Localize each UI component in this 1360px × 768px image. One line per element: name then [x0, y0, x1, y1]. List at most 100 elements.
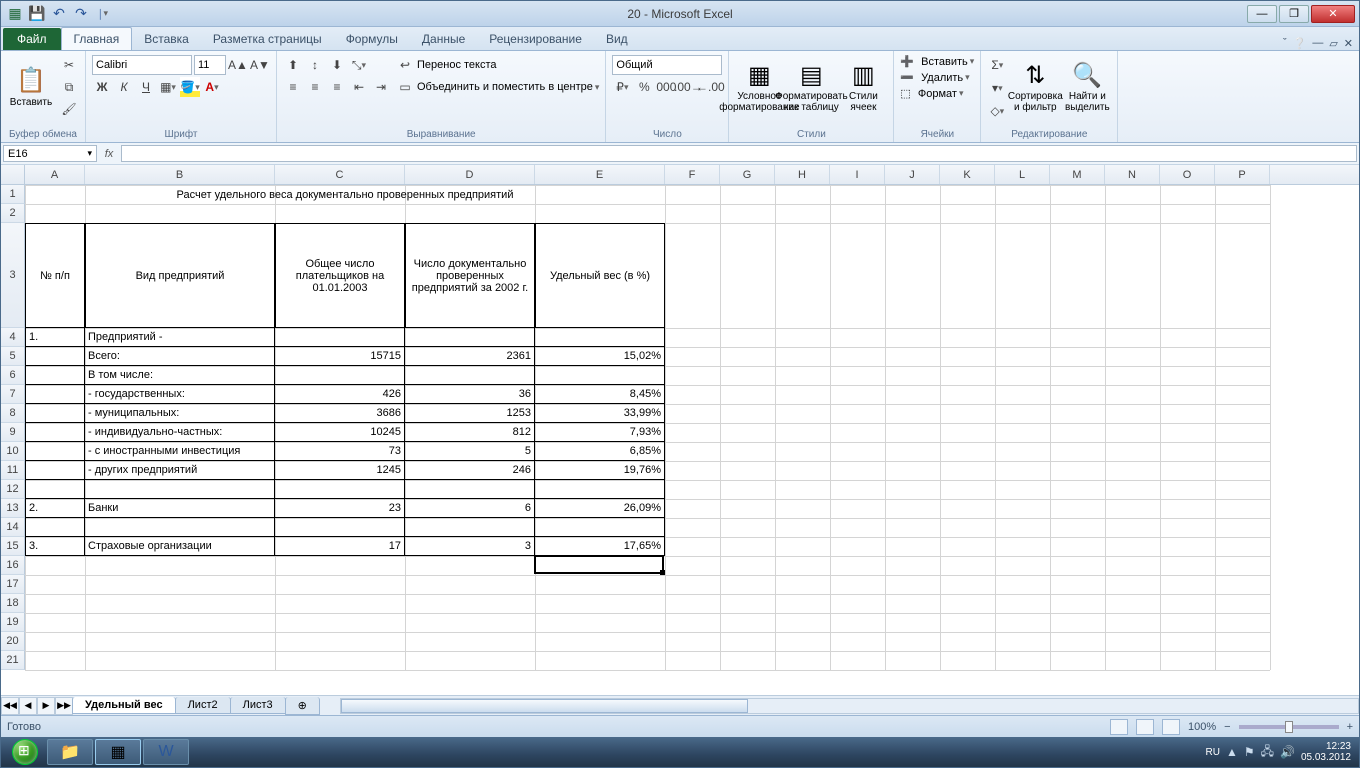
tab-view[interactable]: Вид — [594, 28, 640, 50]
row-header[interactable]: 10 — [1, 442, 25, 461]
align-right-icon[interactable]: ≡ — [327, 77, 347, 97]
tray-lang[interactable]: RU — [1205, 747, 1219, 758]
cell[interactable] — [535, 328, 665, 347]
view-normal-icon[interactable] — [1110, 719, 1128, 735]
new-sheet-button[interactable]: ⊕ — [285, 697, 320, 715]
sheet-tab[interactable]: Лист2 — [175, 697, 231, 714]
cell[interactable]: Удельный вес (в %) — [535, 223, 665, 328]
format-table-button[interactable]: ▤Форматировать как таблицу — [787, 55, 835, 121]
minimize-button[interactable]: — — [1247, 5, 1277, 23]
cell[interactable]: 2. — [25, 499, 85, 518]
zoom-in-button[interactable]: + — [1347, 721, 1353, 733]
bold-icon[interactable]: Ж — [92, 77, 112, 97]
cell[interactable]: 8,45% — [535, 385, 665, 404]
cell[interactable]: Вид предприятий — [85, 223, 275, 328]
cell[interactable] — [85, 518, 275, 537]
underline-icon[interactable]: Ч — [136, 77, 156, 97]
accounting-icon[interactable]: ₽ — [612, 77, 632, 97]
italic-icon[interactable]: К — [114, 77, 134, 97]
start-button[interactable] — [5, 737, 45, 767]
tab-home[interactable]: Главная — [61, 27, 133, 50]
view-pagelayout-icon[interactable] — [1136, 719, 1154, 735]
tray-volume-icon[interactable]: 🔊 — [1280, 745, 1295, 759]
column-header[interactable]: A — [25, 165, 85, 184]
cell[interactable]: 19,76% — [535, 461, 665, 480]
orientation-icon[interactable]: ⤡ — [349, 55, 369, 75]
cell[interactable] — [25, 423, 85, 442]
cell[interactable] — [275, 518, 405, 537]
cell-styles-button[interactable]: ▥Стили ячеек — [839, 55, 887, 121]
name-box[interactable]: E16▾ — [3, 145, 97, 162]
cell[interactable] — [25, 518, 85, 537]
tray-show-hidden-icon[interactable]: ▲ — [1226, 745, 1238, 759]
row-header[interactable]: 5 — [1, 347, 25, 366]
cell[interactable]: 1253 — [405, 404, 535, 423]
cell[interactable]: 6,85% — [535, 442, 665, 461]
cell[interactable] — [275, 366, 405, 385]
cell[interactable]: 1. — [25, 328, 85, 347]
row-header[interactable]: 21 — [1, 651, 25, 670]
cell[interactable]: 26,09% — [535, 499, 665, 518]
spreadsheet-grid[interactable]: ABCDEFGHIJKLMNOP 12345678910111213141516… — [1, 165, 1359, 695]
row-header[interactable]: 15 — [1, 537, 25, 556]
ribbon-winclose-icon[interactable]: ✕ — [1344, 37, 1353, 50]
cell[interactable]: 426 — [275, 385, 405, 404]
delete-cells-button[interactable]: ➖ Удалить — [900, 71, 974, 84]
cell[interactable]: 5 — [405, 442, 535, 461]
sheet-nav-prev[interactable]: ◀ — [19, 697, 37, 715]
indent-inc-icon[interactable]: ⇥ — [371, 77, 391, 97]
row-header[interactable]: 20 — [1, 632, 25, 651]
indent-dec-icon[interactable]: ⇤ — [349, 77, 369, 97]
column-header[interactable]: H — [775, 165, 830, 184]
column-header[interactable]: B — [85, 165, 275, 184]
ribbon-winmin-icon[interactable]: — — [1312, 37, 1323, 50]
cell[interactable] — [275, 480, 405, 499]
cell[interactable] — [25, 404, 85, 423]
ribbon-winmax-icon[interactable]: ▱ — [1329, 37, 1337, 50]
horizontal-scrollbar[interactable] — [340, 698, 1359, 714]
view-pagebreak-icon[interactable] — [1162, 719, 1180, 735]
cell[interactable]: Страховые организации — [85, 537, 275, 556]
cell[interactable]: 2361 — [405, 347, 535, 366]
column-header[interactable]: I — [830, 165, 885, 184]
cell[interactable] — [535, 480, 665, 499]
row-header[interactable]: 13 — [1, 499, 25, 518]
cell[interactable]: - индивидуально-частных: — [85, 423, 275, 442]
row-header[interactable]: 11 — [1, 461, 25, 480]
column-header[interactable]: P — [1215, 165, 1270, 184]
row-header[interactable]: 9 — [1, 423, 25, 442]
column-header[interactable]: L — [995, 165, 1050, 184]
column-header[interactable]: C — [275, 165, 405, 184]
cell[interactable] — [85, 480, 275, 499]
cell[interactable]: № п/п — [25, 223, 85, 328]
close-button[interactable]: ✕ — [1311, 5, 1355, 23]
font-size-input[interactable] — [194, 55, 226, 75]
zoom-slider[interactable] — [1239, 725, 1339, 729]
cell[interactable] — [405, 480, 535, 499]
tray-network-icon[interactable]: 🖧 — [1261, 742, 1274, 763]
column-header[interactable]: E — [535, 165, 665, 184]
row-header[interactable]: 14 — [1, 518, 25, 537]
cell[interactable]: 23 — [275, 499, 405, 518]
formula-input[interactable] — [121, 145, 1357, 162]
row-header[interactable]: 4 — [1, 328, 25, 347]
border-icon[interactable]: ▦ — [158, 77, 178, 97]
cell[interactable]: - других предприятий — [85, 461, 275, 480]
ribbon-minimize-icon[interactable]: ˇ — [1283, 37, 1287, 50]
cell[interactable] — [25, 347, 85, 366]
row-header[interactable]: 3 — [1, 223, 25, 328]
wrap-text-button[interactable]: ↩Перенос текста — [395, 55, 599, 75]
column-header[interactable]: M — [1050, 165, 1105, 184]
cell[interactable]: 812 — [405, 423, 535, 442]
cut-icon[interactable]: ✂ — [59, 55, 79, 75]
cell[interactable] — [405, 328, 535, 347]
row-header[interactable]: 19 — [1, 613, 25, 632]
align-middle-icon[interactable]: ↕ — [305, 55, 325, 75]
format-cells-button[interactable]: ⬚ Формат — [900, 87, 974, 100]
sheet-nav-next[interactable]: ▶ — [37, 697, 55, 715]
save-icon[interactable]: 💾 — [27, 4, 47, 24]
align-left-icon[interactable]: ≡ — [283, 77, 303, 97]
cell[interactable]: 36 — [405, 385, 535, 404]
taskbar-word[interactable]: W — [143, 739, 189, 765]
taskbar-explorer[interactable]: 📁 — [47, 739, 93, 765]
